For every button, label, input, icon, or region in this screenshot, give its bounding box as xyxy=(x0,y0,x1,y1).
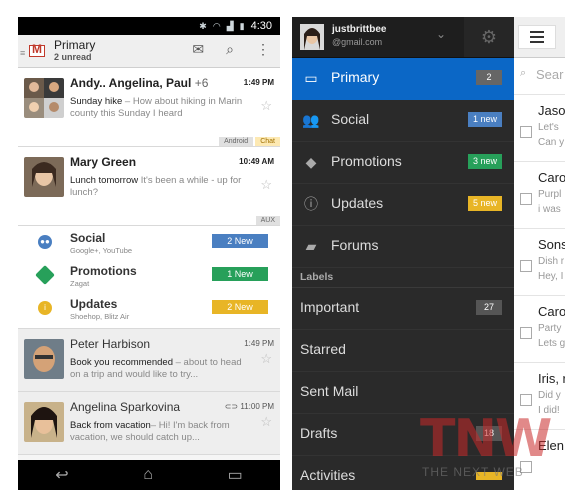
inbox-icon: ▭ xyxy=(304,70,318,86)
email-snippet: Lunch tomorrow It's been a while - up fo… xyxy=(70,175,242,198)
count-badge: 27 xyxy=(476,300,502,315)
info-icon: ⓘ xyxy=(304,196,318,212)
email-row[interactable]: Mary Green 10:49 AM Lunch tomorrow It's … xyxy=(18,147,280,226)
people-icon: ●● xyxy=(38,235,52,249)
new-count-badge: 2 New xyxy=(212,234,268,248)
list-item[interactable]: Sons Dish r Hey, I xyxy=(514,229,565,296)
unread-count: 2 unread xyxy=(54,52,92,62)
drawer-item-promotions[interactable]: ◆ Promotions 3 new xyxy=(292,142,514,184)
new-count-badge: 2 New xyxy=(212,300,268,314)
new-count-badge: 5 new xyxy=(467,196,502,211)
left-phone-screen: ✱ ◠ ▟ ▮ 4:30 ≡ M Primary 2 unread ✉ ⌕ ⋮ xyxy=(18,17,280,490)
star-icon[interactable]: ☆ xyxy=(260,177,272,193)
new-count-badge: 1 new xyxy=(467,112,502,127)
overflow-menu-icon[interactable]: ⋮ xyxy=(256,41,270,58)
drawer-item-starred[interactable]: Starred xyxy=(292,330,514,372)
tnw-watermark: TNW THE NEXT WEB xyxy=(420,409,552,479)
label-chip: AUX xyxy=(255,216,280,225)
checkbox[interactable] xyxy=(520,193,532,205)
email-row[interactable]: Peter Harbison 1:49 PM Book you recommen… xyxy=(18,329,280,392)
home-icon[interactable]: ⌂ xyxy=(143,466,153,484)
category-summary: ●● Social Google+, YouTube 2 New Promoti… xyxy=(18,226,280,329)
email-row[interactable]: Angelina Sparkovina ⊂⊃ 11:00 PM Back fro… xyxy=(18,392,280,455)
email-time: 1:49 PM xyxy=(243,78,274,87)
new-count-badge: 1 New xyxy=(212,267,268,281)
account-switcher[interactable]: justbrittbee @gmail.com ⌄ ⚙ xyxy=(292,17,514,58)
right-phone-screen: ⌕ Sear Jaso Let's Can y Caro Purpl i was… xyxy=(292,17,565,490)
tag-icon: ◆ xyxy=(305,154,317,170)
signal-icon: ▟ xyxy=(226,20,234,31)
drawer-indicator-icon: ≡ xyxy=(20,48,26,58)
email-snippet: Back from vacation– Hi! I'm back from va… xyxy=(70,420,230,443)
labels-heading: Labels xyxy=(292,268,514,288)
inbox-title: Primary xyxy=(54,38,96,52)
list-item[interactable]: Jaso Let's Can y xyxy=(514,95,565,162)
navigation-bar: ↩ ⌂ ▭ xyxy=(18,460,280,490)
list-item[interactable]: Caro Party Lets g xyxy=(514,296,565,363)
status-time: 4:30 xyxy=(250,20,272,32)
inbox-title-block: Primary 2 unread xyxy=(54,39,95,63)
email-sender: Angelina Sparkovina xyxy=(70,400,181,414)
email-sender: Andy.. Angelina, Paul +6 xyxy=(70,76,209,90)
avatar xyxy=(24,78,64,118)
gear-icon[interactable]: ⚙ xyxy=(464,17,514,57)
account-name: justbrittbee xyxy=(332,24,387,35)
back-icon[interactable]: ↩ xyxy=(55,465,68,485)
forum-icon: ▰ xyxy=(305,238,317,254)
category-social[interactable]: ●● Social Google+, YouTube 2 New xyxy=(18,226,280,259)
chevron-down-icon[interactable]: ⌄ xyxy=(436,27,446,41)
drawer-item-primary[interactable]: ▭ Primary 2 xyxy=(292,58,514,100)
compose-icon[interactable]: ✉ xyxy=(192,41,204,58)
people-icon: 👥 xyxy=(302,112,320,128)
email-time: ⊂⊃ 11:00 PM xyxy=(224,402,274,411)
checkbox[interactable] xyxy=(520,394,532,406)
avatar xyxy=(24,157,64,197)
search-icon: ⌕ xyxy=(520,67,527,79)
search-field[interactable]: ⌕ Sear xyxy=(514,58,565,95)
category-promotions[interactable]: Promotions Zagat 1 New xyxy=(18,259,280,292)
avatar xyxy=(24,339,64,379)
action-bar: ≡ M Primary 2 unread ✉ ⌕ ⋮ xyxy=(18,35,280,68)
avatar xyxy=(24,402,64,442)
email-snippet: Sunday hike – How about hiking in Marin … xyxy=(70,96,243,119)
star-icon[interactable]: ☆ xyxy=(260,351,272,367)
account-email: @gmail.com xyxy=(332,37,383,47)
info-icon: i xyxy=(38,301,52,315)
search-icon[interactable]: ⌕ xyxy=(226,41,234,58)
count-badge: 2 xyxy=(476,70,502,85)
email-sender: Mary Green xyxy=(70,155,137,169)
drawer-item-social[interactable]: 👥 Social 1 new xyxy=(292,100,514,142)
status-bar: ✱ ◠ ▟ ▮ 4:30 xyxy=(18,17,280,35)
attachment-icon: ⊂⊃ xyxy=(224,402,239,411)
label-chip: Android xyxy=(219,137,254,146)
email-row[interactable]: Andy.. Angelina, Paul +6 1:49 PM Sunday … xyxy=(18,68,280,147)
drawer-item-updates[interactable]: ⓘ Updates 5 new xyxy=(292,184,514,226)
recent-apps-icon[interactable]: ▭ xyxy=(228,465,243,485)
email-snippet: Book you recommended – about to head on … xyxy=(70,357,242,380)
checkbox[interactable] xyxy=(520,260,532,272)
wifi-icon: ◠ xyxy=(212,20,221,31)
tag-icon xyxy=(35,265,55,285)
star-icon[interactable]: ☆ xyxy=(260,98,272,114)
star-icon[interactable]: ☆ xyxy=(260,414,272,430)
list-item[interactable]: Caro Purpl i was xyxy=(514,162,565,229)
category-updates[interactable]: i Updates Shoehop, Blitz Air 2 New xyxy=(18,292,280,325)
battery-icon: ▮ xyxy=(239,20,245,31)
email-sender: Peter Harbison xyxy=(70,337,151,351)
drawer-item-forums[interactable]: ▰ Forums xyxy=(292,226,514,268)
label-chip: Chat xyxy=(255,137,280,146)
gmail-logo-icon[interactable]: ≡ M xyxy=(20,42,48,60)
drawer-item-sent-mail[interactable]: Sent Mail xyxy=(292,372,514,414)
menu-icon[interactable] xyxy=(518,25,556,49)
drawer-item-important[interactable]: Important 27 xyxy=(292,288,514,330)
new-count-badge: 3 new xyxy=(467,154,502,169)
checkbox[interactable] xyxy=(520,126,532,138)
email-time: 1:49 PM xyxy=(244,339,274,348)
email-time: 10:49 AM xyxy=(239,157,274,166)
bluetooth-icon: ✱ xyxy=(199,20,207,31)
avatar xyxy=(300,24,324,50)
checkbox[interactable] xyxy=(520,327,532,339)
